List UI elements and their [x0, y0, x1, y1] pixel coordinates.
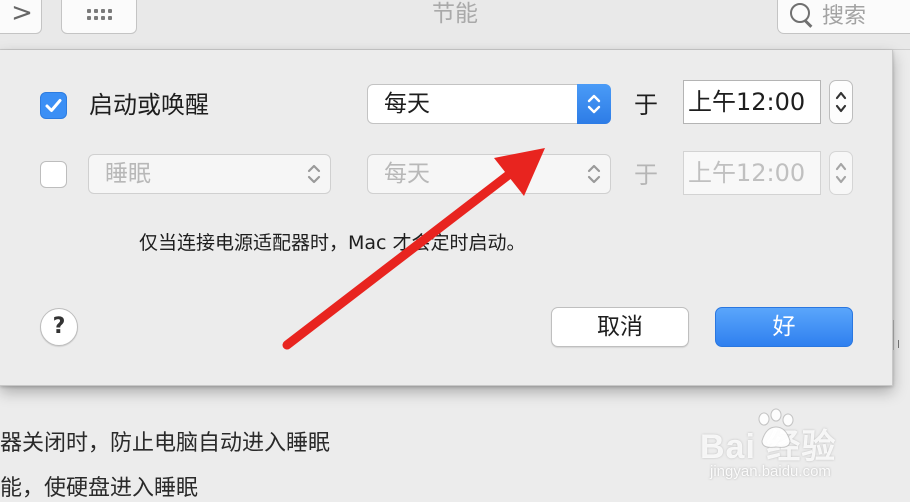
- ok-button[interactable]: 好: [715, 307, 853, 347]
- updown-chevron-icon: [302, 155, 326, 193]
- at-label: 于: [634, 161, 658, 189]
- paw-logo-icon: [758, 408, 794, 448]
- wake-time-stepper[interactable]: [829, 80, 853, 124]
- toolbar: > 节能 搜索: [0, 0, 910, 50]
- stepper-arrows-icon: [835, 162, 847, 184]
- sleep-time-stepper[interactable]: [829, 151, 853, 195]
- at-label: 于: [634, 91, 658, 119]
- watermark-url: jingyan.baidu.com: [710, 463, 831, 480]
- cancel-button[interactable]: 取消: [551, 307, 689, 347]
- updown-chevron-icon: [582, 155, 606, 193]
- window-title: 节能: [432, 1, 478, 27]
- divider: [893, 320, 894, 350]
- checkmark-icon: [45, 99, 62, 112]
- sleep-action-popup[interactable]: 睡眠: [88, 154, 331, 194]
- wake-frequency-popup[interactable]: 每天: [367, 84, 611, 124]
- search-icon: [788, 0, 814, 29]
- sleep-checkbox[interactable]: [40, 161, 67, 188]
- updown-chevron-icon: [577, 84, 611, 124]
- wake-checkbox[interactable]: [40, 92, 67, 119]
- background-option-text: 能，使硬盘进入睡眠: [0, 476, 199, 501]
- stepper-arrows-icon: [835, 91, 847, 113]
- search-placeholder: 搜索: [822, 4, 867, 29]
- sleep-frequency-popup[interactable]: 每天: [367, 154, 611, 194]
- schedule-sheet: 启动或唤醒 每天 于 上午12:00 睡眠 每天 于 上午12:00 仅当连接电…: [0, 50, 893, 386]
- wake-time-field[interactable]: 上午12:00: [683, 80, 821, 124]
- background-option-text: 器关闭时，防止电脑自动进入睡眠: [0, 431, 331, 456]
- power-adapter-note: 仅当连接电源适配器时，Mac 才会定时启动。: [139, 232, 526, 254]
- wake-frequency-value: 每天: [384, 91, 430, 117]
- watermark: Bai 经验 jingyan.baidu.com: [700, 405, 900, 495]
- sleep-frequency-value: 每天: [384, 161, 430, 187]
- help-button[interactable]: ?: [40, 308, 78, 346]
- divider: [898, 340, 899, 348]
- sleep-action-value: 睡眠: [105, 161, 151, 187]
- sleep-time-field[interactable]: 上午12:00: [683, 151, 821, 195]
- wake-label: 启动或唤醒: [89, 91, 209, 119]
- search-field[interactable]: 搜索: [777, 0, 910, 34]
